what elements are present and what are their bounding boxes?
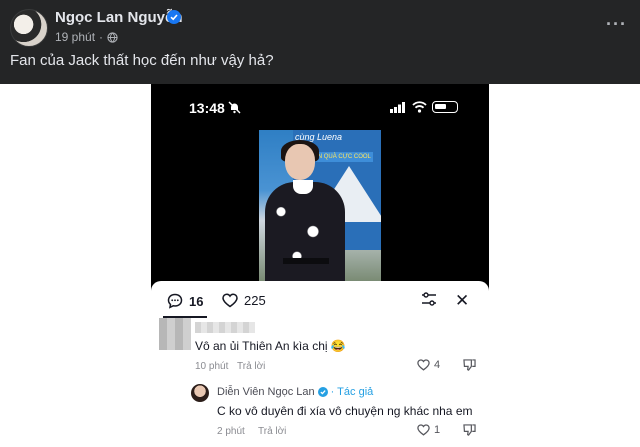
like-count: 225 bbox=[244, 293, 266, 308]
comment-sheet: 16 225 ✕ Vô an ủi Thiên An kìa chị 😂 10 … bbox=[151, 281, 489, 447]
reply-like-button[interactable]: 1 bbox=[417, 424, 440, 436]
comment-like-count: 4 bbox=[434, 359, 441, 371]
comment-time: 10 phút bbox=[195, 361, 229, 372]
author-reply-avatar[interactable] bbox=[191, 384, 209, 402]
more-icon[interactable]: ··· bbox=[606, 14, 627, 35]
reply-text: C ko vô duyên đi xía vô chuyện ng khác n… bbox=[217, 404, 473, 418]
verified-icon bbox=[317, 387, 328, 397]
wifi-icon bbox=[412, 101, 427, 113]
comment-reply-button[interactable]: Trả lời bbox=[237, 361, 265, 372]
video-frame[interactable]: cùng Luena NHẬN QUÀ CỰC COOL bbox=[259, 130, 381, 281]
likes-tab[interactable]: 225 bbox=[222, 293, 266, 308]
filter-icon[interactable] bbox=[421, 292, 437, 306]
commenter-avatar-blurred[interactable] bbox=[159, 318, 191, 350]
meta-separator: · bbox=[99, 30, 104, 44]
person-dress bbox=[265, 182, 345, 281]
phone-screenshot: 13:48 cùng Luena NHẬN QUÀ CỰC COOL 16 22… bbox=[151, 84, 489, 447]
bell-muted-icon bbox=[228, 101, 241, 114]
heart-icon bbox=[417, 359, 430, 371]
post-meta: 19 phút · bbox=[55, 30, 118, 44]
reply-author-name[interactable]: Diễn Viên Ngọc Lan bbox=[217, 386, 315, 398]
reply-time: 2 phút bbox=[217, 426, 245, 437]
close-icon[interactable]: ✕ bbox=[455, 291, 469, 311]
author-badge: · Tác giả bbox=[330, 386, 374, 398]
comment-count: 16 bbox=[189, 293, 204, 309]
comments-tab[interactable]: 16 bbox=[167, 293, 203, 309]
author-name[interactable]: Ngọc Lan Nguyễn bbox=[55, 9, 183, 26]
signal-icon bbox=[390, 102, 405, 113]
status-clock: 13:48 bbox=[189, 100, 225, 116]
heart-icon bbox=[417, 424, 430, 436]
person-collar bbox=[293, 180, 313, 194]
person-belt bbox=[283, 258, 329, 264]
comment-icon bbox=[167, 293, 183, 309]
dislike-icon[interactable] bbox=[463, 424, 476, 436]
heart-icon bbox=[222, 293, 238, 308]
person-face bbox=[285, 144, 315, 180]
battery-icon bbox=[432, 101, 458, 113]
commenter-name-blurred bbox=[195, 322, 255, 333]
author-avatar[interactable] bbox=[10, 9, 48, 47]
comment-text: Vô an ủi Thiên An kìa chị 😂 bbox=[195, 339, 346, 353]
post-header: Ngọc Lan Nguyễn 19 phút · ··· Fan của Ja… bbox=[0, 0, 640, 84]
post-time[interactable]: 19 phút bbox=[55, 30, 95, 44]
reply-author-line: Diễn Viên Ngọc Lan · Tác giả bbox=[217, 386, 373, 398]
reply-like-count: 1 bbox=[434, 424, 441, 436]
verified-icon bbox=[167, 10, 181, 24]
globe-icon bbox=[107, 31, 118, 43]
post-media[interactable]: 13:48 cùng Luena NHẬN QUÀ CỰC COOL 16 22… bbox=[0, 84, 640, 447]
comment-like-button[interactable]: 4 bbox=[417, 359, 440, 371]
reply-reply-button[interactable]: Trả lời bbox=[258, 426, 286, 437]
dislike-icon[interactable] bbox=[463, 359, 476, 371]
post-caption: Fan của Jack thất học đến như vậy hả? bbox=[10, 52, 274, 69]
